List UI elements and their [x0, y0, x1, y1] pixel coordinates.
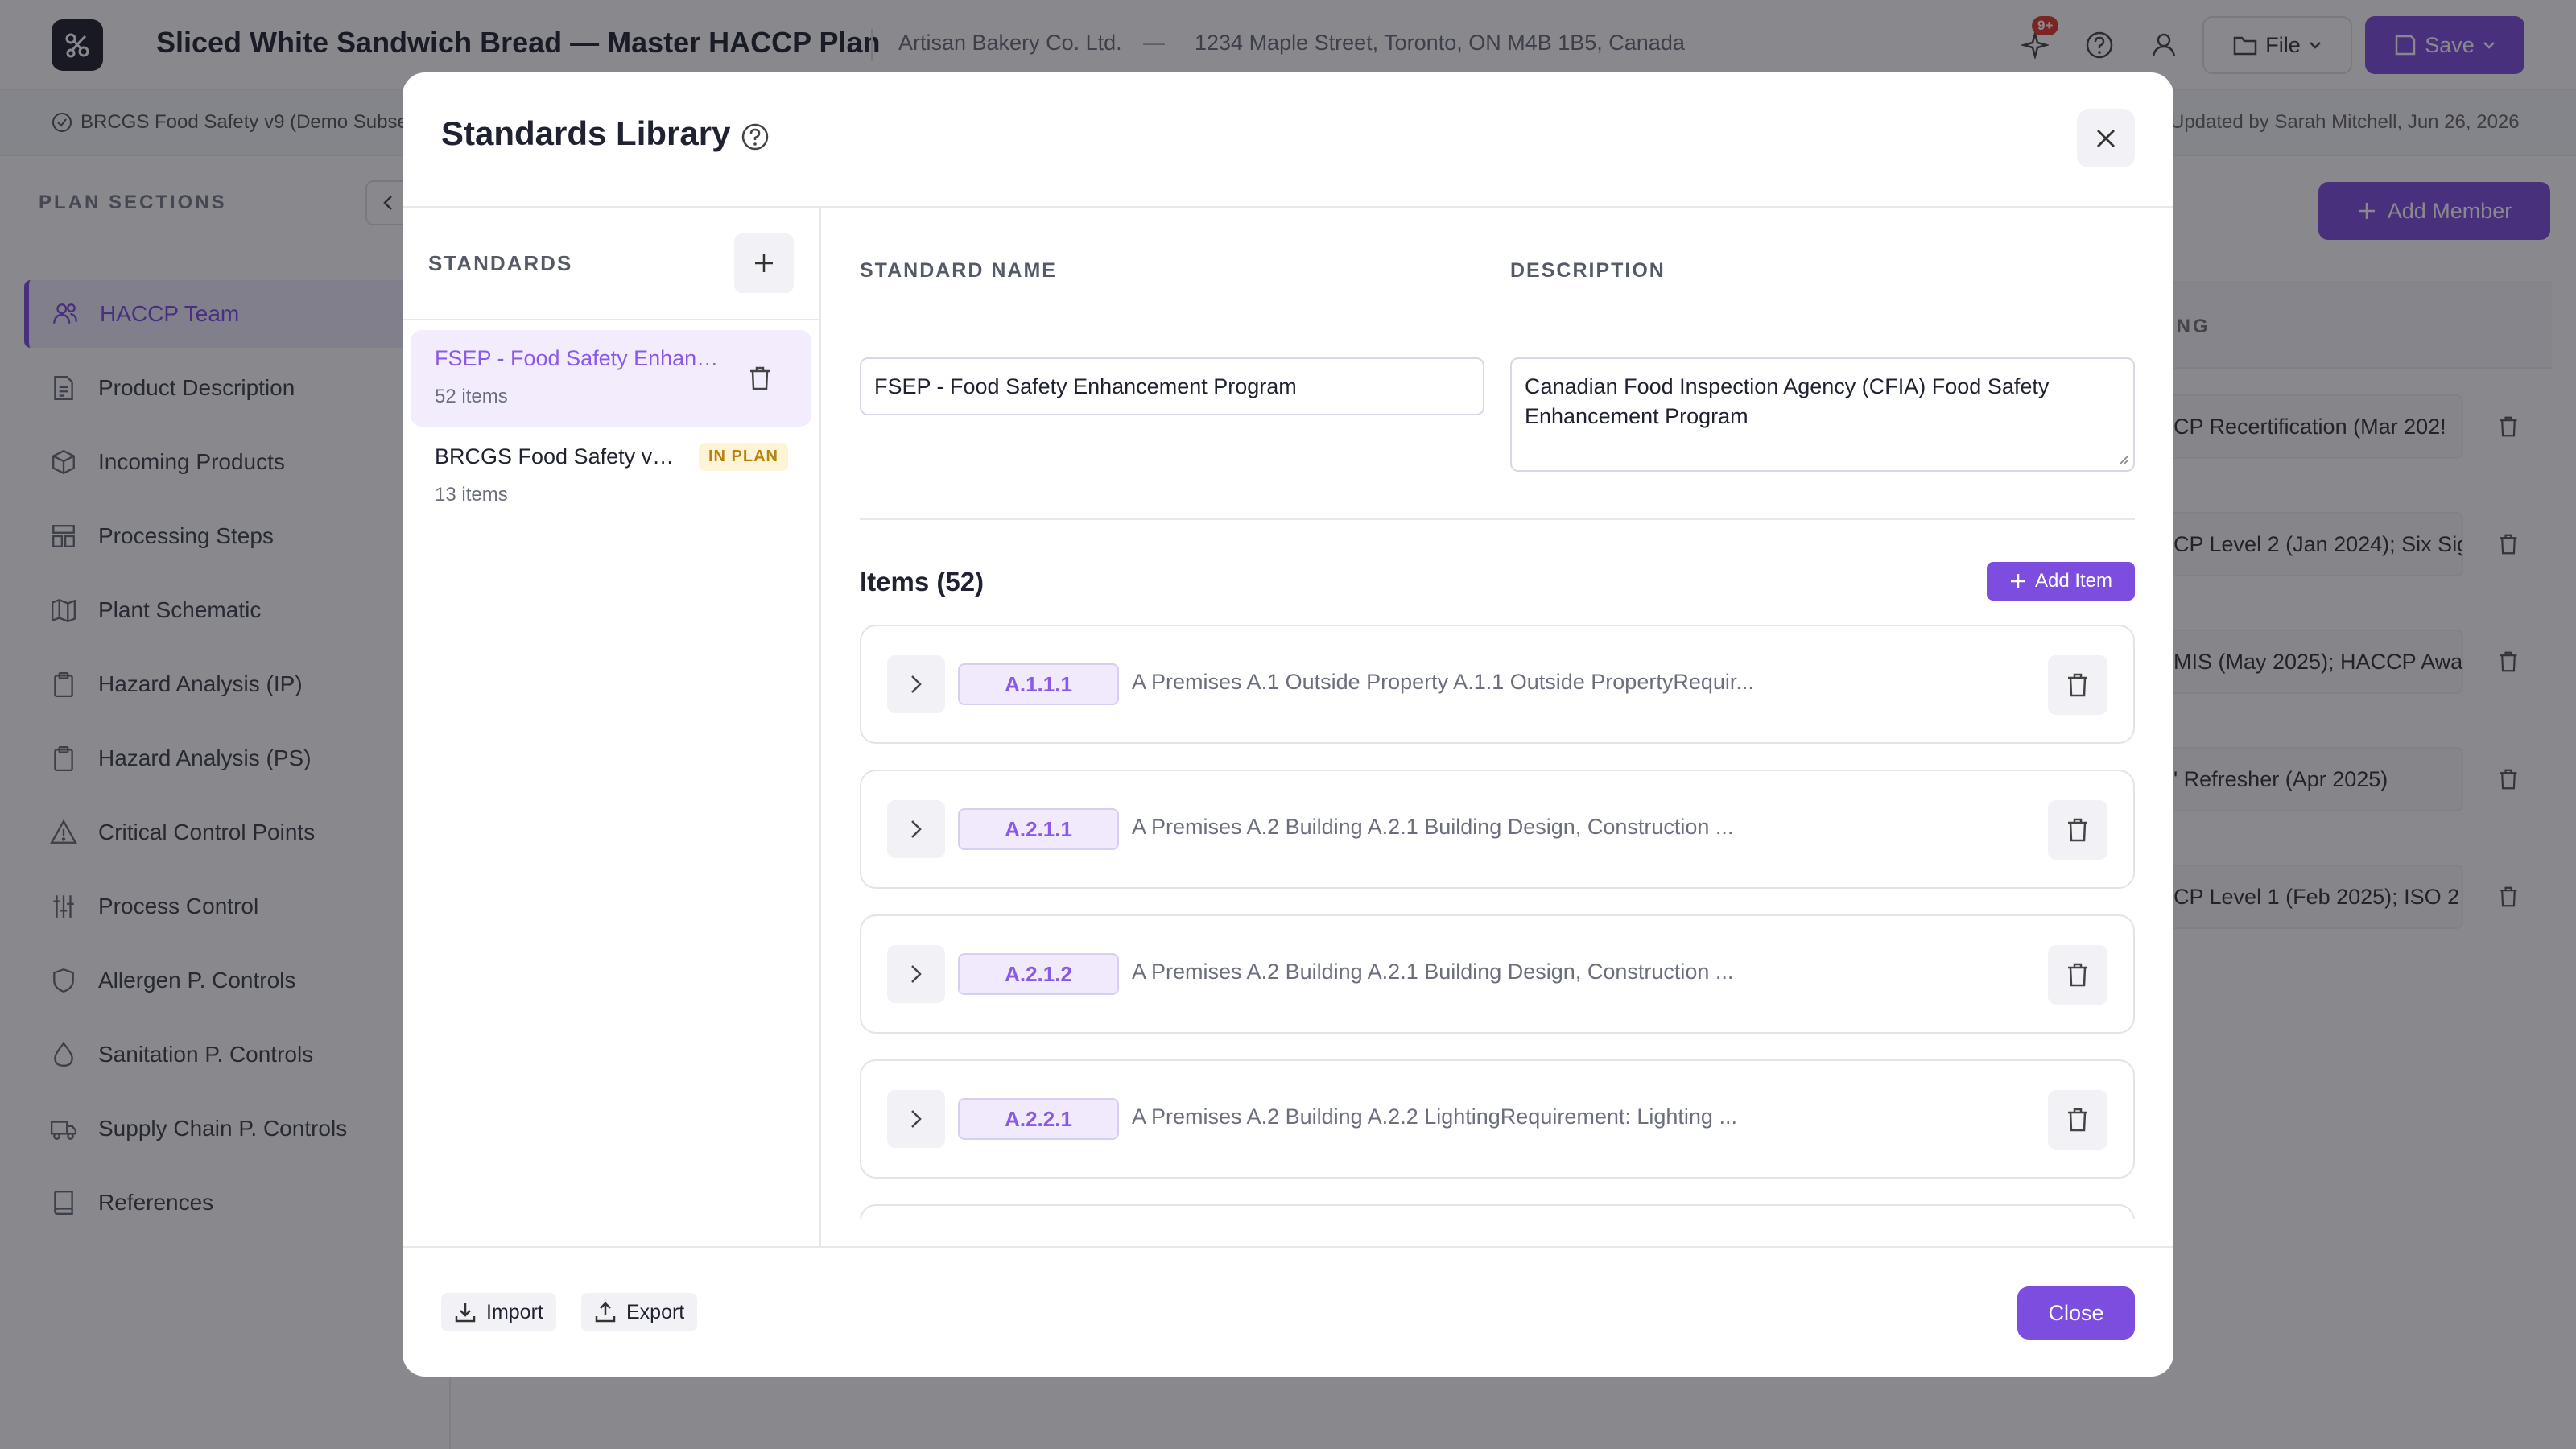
standard-item-count: 52 items: [435, 386, 508, 407]
standard-list-item[interactable]: BRCGS Food Safety v9 (... 13 items IN PLAN: [411, 428, 811, 525]
chevron-right-icon: [911, 675, 922, 693]
resize-grip-icon[interactable]: [2116, 452, 2128, 465]
chevron-right-icon: [911, 1110, 922, 1128]
trash-icon: [2068, 673, 2087, 697]
standards-heading: STANDARDS: [428, 251, 573, 275]
delete-item-button[interactable]: [2048, 945, 2107, 1005]
import-label: Import: [486, 1300, 543, 1323]
delete-item-button[interactable]: [2048, 655, 2107, 715]
standard-item-count: 13 items: [435, 484, 508, 506]
modal-footer: Import Export Close: [402, 1246, 2174, 1377]
description-text: Canadian Food Inspection Agency (CFIA) F…: [1525, 374, 2050, 428]
description-label: DESCRIPTION: [1510, 259, 1666, 282]
standard-detail-pane: STANDARD NAME FSEP - Food Safety Enhance…: [821, 208, 2174, 1246]
expand-item-button[interactable]: [887, 1090, 945, 1148]
add-item-button[interactable]: Add Item: [1987, 562, 2135, 601]
expand-item-button[interactable]: [887, 655, 945, 713]
import-button[interactable]: Import: [441, 1293, 556, 1331]
delete-item-button[interactable]: [2048, 1090, 2107, 1150]
close-icon: [2097, 130, 2115, 147]
standards-library-modal: Standards Library STANDARDS FSEP - Food …: [402, 72, 2174, 1377]
items-title: Items (52): [860, 567, 985, 597]
item-code-badge: A.2.2.1: [958, 1098, 1119, 1140]
modal-header: Standards Library: [402, 72, 2174, 208]
item-code-badge: A.1.1.1: [958, 663, 1119, 705]
in-plan-badge: IN PLAN: [699, 443, 788, 471]
trash-icon: [2068, 818, 2087, 842]
add-standard-button[interactable]: [734, 233, 794, 293]
item-code-badge: A.2.1.1: [958, 808, 1119, 850]
item-code-badge: A.2.1.2: [958, 953, 1119, 995]
expand-item-button[interactable]: [887, 945, 945, 1003]
standard-item-card: A.2.1.2 A Premises A.2 Building A.2.1 Bui…: [860, 914, 2135, 1034]
export-button[interactable]: Export: [581, 1293, 698, 1331]
chevron-right-icon: [911, 820, 922, 838]
standard-item-card: A.2.2.2A Premises A.2 Building A.2.2 Lig…: [860, 1204, 2135, 1219]
delete-item-button[interactable]: [2048, 800, 2107, 860]
close-button[interactable]: Close: [2017, 1286, 2135, 1340]
standard-item-card: A.1.1.1 A Premises A.1 Outside Property A…: [860, 625, 2135, 744]
item-description: A Premises A.2 Building A.2.1 Building D…: [1132, 815, 1734, 839]
chevron-right-icon: [911, 965, 922, 983]
add-item-label: Add Item: [2034, 570, 2113, 592]
standard-name: BRCGS Food Safety v9 (...: [435, 444, 684, 469]
plus-icon: [2010, 574, 2025, 588]
trash-icon: [2068, 963, 2087, 987]
trash-icon: [2068, 1108, 2087, 1132]
item-description: A Premises A.1 Outside Property A.1.1 Ou…: [1132, 670, 1754, 694]
download-icon: [455, 1303, 476, 1323]
standard-name-input[interactable]: FSEP - Food Safety Enhancement Program: [860, 357, 1484, 415]
standard-list-item[interactable]: FSEP - Food Safety Enhance... 52 items: [411, 330, 811, 427]
item-description: A Premises A.2 Building A.2.1 Building D…: [1132, 960, 1734, 984]
plus-icon: [755, 254, 773, 272]
description-textarea[interactable]: Canadian Food Inspection Agency (CFIA) F…: [1510, 357, 2135, 472]
close-modal-button[interactable]: [2077, 109, 2135, 167]
standard-item-card: A.2.2.1 A Premises A.2 Building A.2.2 Lig…: [860, 1059, 2135, 1179]
delete-standard-button[interactable]: [741, 359, 779, 398]
items-list[interactable]: A.1.1.1 A Premises A.1 Outside Property A…: [860, 625, 2148, 1219]
standard-item-card: A.2.1.1 A Premises A.2 Building A.2.1 Bui…: [860, 770, 2135, 889]
standards-list-pane: STANDARDS FSEP - Food Safety Enhance... 5…: [402, 208, 821, 1246]
standard-name: FSEP - Food Safety Enhance...: [435, 346, 724, 370]
help-icon[interactable]: [739, 121, 771, 153]
section-divider: [860, 518, 2135, 520]
upload-icon: [595, 1302, 616, 1323]
item-description: A Premises A.2 Building A.2.2 LightingRe…: [1132, 1104, 1737, 1129]
expand-item-button[interactable]: [887, 800, 945, 858]
export-label: Export: [626, 1300, 685, 1323]
trash-icon: [750, 366, 770, 390]
standard-name-label: STANDARD NAME: [860, 259, 1057, 282]
standards-list-header: STANDARDS: [402, 208, 819, 320]
modal-title: Standards Library: [441, 114, 731, 152]
